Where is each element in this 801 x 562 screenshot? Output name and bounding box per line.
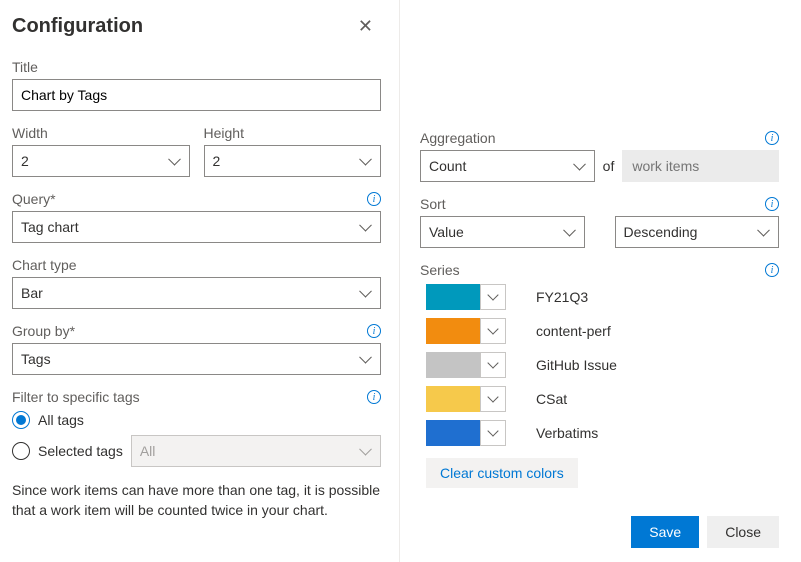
sort-direction-select[interactable]: Descending xyxy=(615,216,780,248)
height-select[interactable]: 2 xyxy=(204,145,382,177)
info-icon[interactable]: i xyxy=(765,131,779,145)
info-icon[interactable]: i xyxy=(765,263,779,277)
series-color-swatch xyxy=(426,420,480,446)
group-by-value: Tags xyxy=(21,351,51,367)
chart-type-label: Chart type xyxy=(12,257,381,273)
series-row: GitHub Issue xyxy=(426,352,779,378)
config-title: Configuration xyxy=(12,15,143,38)
info-icon[interactable]: i xyxy=(765,197,779,211)
series-row: FY21Q3 xyxy=(426,284,779,310)
save-button[interactable]: Save xyxy=(631,516,699,548)
group-by-select[interactable]: Tags xyxy=(12,343,381,375)
series-row: Verbatims xyxy=(426,420,779,446)
series-color-dropdown[interactable] xyxy=(480,284,506,310)
sort-field-value: Value xyxy=(429,224,464,240)
series-item-label: GitHub Issue xyxy=(536,357,617,373)
aggregation-select[interactable]: Count xyxy=(420,150,595,182)
clear-custom-colors-button[interactable]: Clear custom colors xyxy=(426,458,578,488)
series-color-dropdown[interactable] xyxy=(480,386,506,412)
series-color-swatch xyxy=(426,284,480,310)
chart-type-select[interactable]: Bar xyxy=(12,277,381,309)
series-color-swatch xyxy=(426,318,480,344)
aggregation-label: Aggregation xyxy=(420,130,496,146)
series-item-label: Verbatims xyxy=(536,425,598,441)
chart-type-value: Bar xyxy=(21,285,43,301)
info-icon[interactable]: i xyxy=(367,324,381,338)
series-item-label: CSat xyxy=(536,391,567,407)
query-label: Query* xyxy=(12,191,56,207)
series-color-dropdown[interactable] xyxy=(480,420,506,446)
series-item-label: FY21Q3 xyxy=(536,289,588,305)
close-button[interactable]: Close xyxy=(707,516,779,548)
filter-note: Since work items can have more than one … xyxy=(12,481,381,520)
series-color-swatch xyxy=(426,352,480,378)
series-label: Series xyxy=(420,262,460,278)
selected-tags-value: All xyxy=(140,443,156,459)
series-row: CSat xyxy=(426,386,779,412)
width-select[interactable]: 2 xyxy=(12,145,190,177)
selected-tags-label: Selected tags xyxy=(38,443,123,459)
title-input[interactable] xyxy=(12,79,381,111)
title-label: Title xyxy=(12,59,381,75)
info-icon[interactable]: i xyxy=(367,192,381,206)
all-tags-label: All tags xyxy=(38,412,84,428)
series-color-swatch xyxy=(426,386,480,412)
series-row: content-perf xyxy=(426,318,779,344)
group-by-label: Group by* xyxy=(12,323,75,339)
width-label: Width xyxy=(12,125,190,141)
close-icon[interactable]: ✕ xyxy=(350,12,381,41)
width-value: 2 xyxy=(21,153,29,169)
query-value: Tag chart xyxy=(21,219,79,235)
aggregation-value: Count xyxy=(429,158,466,174)
sort-direction-value: Descending xyxy=(624,224,698,240)
sort-label: Sort xyxy=(420,196,446,212)
query-select[interactable]: Tag chart xyxy=(12,211,381,243)
aggregation-target: work items xyxy=(622,150,779,182)
all-tags-radio[interactable] xyxy=(12,411,30,429)
series-color-dropdown[interactable] xyxy=(480,352,506,378)
aggregation-of-label: of xyxy=(603,158,615,174)
series-item-label: content-perf xyxy=(536,323,611,339)
sort-field-select[interactable]: Value xyxy=(420,216,585,248)
series-color-dropdown[interactable] xyxy=(480,318,506,344)
height-value: 2 xyxy=(213,153,221,169)
height-label: Height xyxy=(204,125,382,141)
info-icon[interactable]: i xyxy=(367,390,381,404)
selected-tags-radio[interactable] xyxy=(12,442,30,460)
filter-label: Filter to specific tags xyxy=(12,389,140,405)
selected-tags-select: All xyxy=(131,435,381,467)
